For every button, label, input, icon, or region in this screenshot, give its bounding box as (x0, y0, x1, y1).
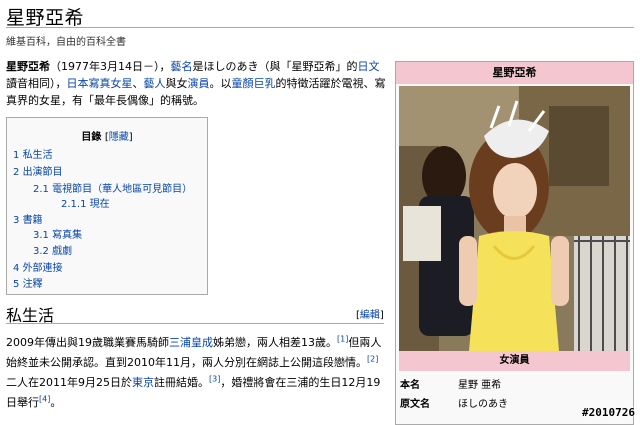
infobox-key: 原文名 (400, 399, 430, 410)
link-babyface[interactable]: 童顏巨乳 (232, 77, 276, 90)
toc-hide-link[interactable]: 隱藏 (109, 132, 129, 143)
lead-text: 與女 (165, 77, 188, 90)
toc-number: 2 (13, 167, 20, 178)
section-paragraph: 2009年傳出與19歲職業賽馬騎師三浦皇成姊弟戀，兩人相差13歲。[1]但兩人始… (6, 333, 386, 413)
toc-number: 1 (13, 150, 20, 161)
section-edit: [編輯] (356, 306, 384, 321)
infobox-subheader: 女演員 (399, 351, 630, 371)
toc-label: 現在 (89, 199, 110, 210)
toc-number: 3 (13, 215, 20, 226)
toc-number: 4 (13, 263, 20, 274)
table-of-contents: 目錄 [隱藏] 1 私生活 2 出演節目 2.1 電視節目（華人地區可見節目） … (6, 117, 208, 295)
edit-bracket: ] (379, 310, 384, 321)
section-divider (6, 323, 384, 324)
link-miura[interactable]: 三浦皇成 (169, 336, 213, 349)
title-divider (6, 27, 634, 28)
infobox-key: 本名 (400, 380, 420, 391)
infobox-header: 星野亞希 (396, 62, 633, 84)
lead-text: 讀音相同）， (6, 77, 67, 90)
infobox-row: 原文名 ほしのあき (400, 395, 508, 410)
infobox-row: 本名 星野 亜希 (400, 376, 501, 391)
toc-number: 5 (13, 279, 20, 290)
toc-item-3[interactable]: 3 書籍 (13, 211, 43, 226)
toc-label: 外部連接 (22, 263, 63, 274)
toc-number: 2.1.1 (61, 199, 87, 210)
lead-text: 。以 (209, 77, 232, 90)
lead-subject-name: 星野亞希 (6, 60, 50, 73)
watermark: #2010726 (582, 406, 635, 419)
toc-label: 書籍 (22, 215, 43, 226)
edit-link[interactable]: 編輯 (360, 310, 380, 321)
lead-text: （1977年3月14日－）， (50, 60, 171, 73)
body-text: 2009年傳出與19歲職業賽馬騎師 (6, 336, 169, 349)
toc-label: 寫真集 (52, 230, 83, 241)
infobox-value: ほしのあき (458, 399, 508, 410)
body-text: 二人在2011年9月25日於 (6, 376, 132, 389)
link-entertainer[interactable]: 藝人 (144, 77, 166, 90)
page-title: 星野亞希 (6, 7, 85, 29)
toc-label: 出演節目 (22, 167, 63, 178)
toc-item-2[interactable]: 2 出演節目 (13, 163, 63, 178)
toc-item-2-1[interactable]: 2.1 電視節目（華人地區可見節目） (33, 180, 192, 195)
site-tagline: 維基百科，自由的百科全書 (6, 37, 126, 48)
toc-item-4[interactable]: 4 外部連接 (13, 259, 63, 274)
link-actress[interactable]: 演員 (188, 77, 210, 90)
lead-text: 、 (132, 77, 144, 90)
toc-label: 私生活 (22, 150, 53, 161)
toc-label: 注釋 (22, 279, 43, 290)
toc-bracket: ] (128, 132, 133, 143)
link-japanese[interactable]: 日文 (358, 60, 380, 73)
portrait-image (399, 86, 630, 351)
toc-title: 目錄 (81, 132, 102, 143)
infobox-value: 星野 亜希 (458, 380, 502, 391)
lead-text: 是ほしのあき（與「星野亞希」的 (192, 60, 358, 73)
body-text: 姊弟戀，兩人相差13歲。 (213, 336, 337, 349)
infobox: 星野亞希 女演員 本名 星野 亜希 原文名 ほしのあき (395, 61, 634, 425)
toc-item-3-2[interactable]: 3.2 戲劇 (33, 242, 72, 257)
link-japan[interactable]: 日本 (67, 77, 89, 90)
link-stage-name[interactable]: 藝名 (171, 60, 193, 73)
toc-label: 電視節目（華人地區可見節目） (52, 184, 193, 195)
toc-hide-toggle: [隱藏] (105, 132, 133, 143)
toc-item-1[interactable]: 1 私生活 (13, 146, 53, 161)
link-tokyo[interactable]: 東京 (132, 376, 154, 389)
toc-number: 2.1 (33, 184, 49, 195)
ref-1[interactable]: [1] (337, 334, 348, 343)
lead-paragraph: 星野亞希（1977年3月14日－），藝名是ほしのあき（與「星野亞希」的日文讀音相… (6, 58, 390, 109)
toc-number: 3.1 (33, 230, 49, 241)
toc-number: 3.2 (33, 246, 49, 257)
link-gravure-idol[interactable]: 寫真女星 (89, 77, 133, 90)
toc-item-5[interactable]: 5 注釋 (13, 275, 43, 290)
ref-4[interactable]: [4] (39, 394, 50, 403)
toc-heading: 目錄 [隱藏] (7, 128, 207, 143)
ref-3[interactable]: [3] (209, 374, 220, 383)
body-text: 。 (50, 396, 62, 409)
toc-item-2-1-1[interactable]: 2.1.1 現在 (61, 195, 110, 210)
toc-item-3-1[interactable]: 3.1 寫真集 (33, 226, 82, 241)
body-text: 註冊結婚。 (154, 376, 209, 389)
ref-2[interactable]: [2] (367, 354, 378, 363)
toc-label: 戲劇 (52, 246, 73, 257)
